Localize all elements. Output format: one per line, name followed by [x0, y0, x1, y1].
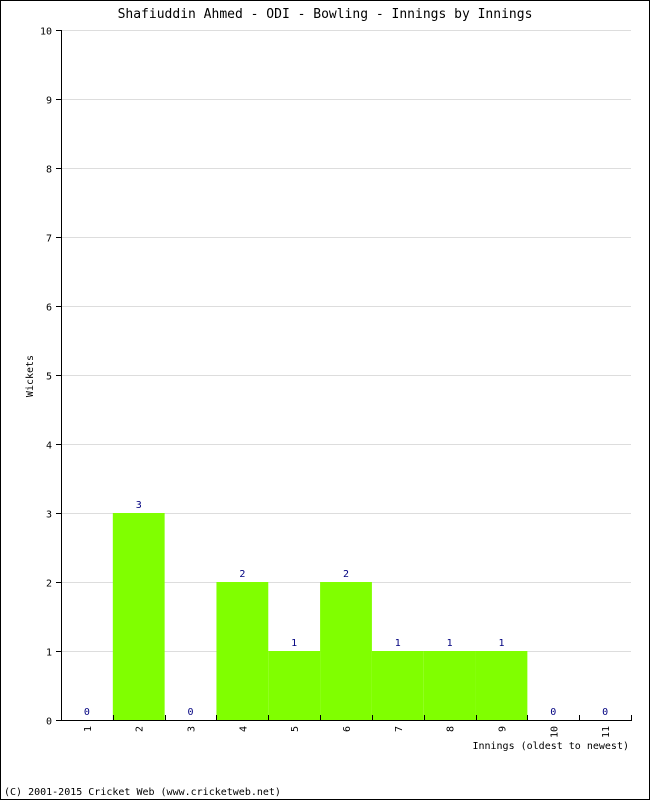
bar: [423, 651, 476, 720]
data-label: 1: [498, 638, 504, 649]
data-label: 2: [343, 569, 349, 580]
x-tick-label: 2: [135, 726, 146, 732]
y-tick-labels: 0 1 2 3 4 5 6 7 8 9 10: [40, 27, 52, 728]
y-tick-label: 9: [46, 96, 52, 107]
data-label: 0: [602, 707, 608, 718]
y-tick-label: 10: [40, 27, 52, 38]
x-tick-label: 1: [83, 726, 94, 732]
data-label: 1: [395, 638, 401, 649]
y-tick-label: 2: [46, 579, 52, 590]
x-axis-label: Innings (oldest to newest): [472, 741, 629, 752]
x-tick-label: 5: [290, 726, 301, 732]
chart-title: Shafiuddin Ahmed - ODI - Bowling - Innin…: [118, 7, 533, 22]
bar: [475, 651, 528, 720]
bar: [371, 651, 424, 720]
y-tick-label: 3: [46, 510, 52, 521]
bar-chart: Shafiuddin Ahmed - ODI - Bowling - Innin…: [4, 7, 632, 798]
x-tick-label: 11: [601, 726, 612, 738]
data-label: 1: [291, 638, 297, 649]
x-tick-label: 8: [446, 726, 457, 732]
x-tick-label: 6: [342, 726, 353, 732]
x-tick-labels: 1 2 3 4 5 6 7 8 9 10 11: [83, 726, 612, 738]
y-tick-label: 1: [46, 648, 52, 659]
bar: [216, 582, 269, 720]
x-tick-label: 10: [549, 726, 560, 738]
y-axis-label: Wickets: [25, 355, 36, 397]
y-tick-label: 6: [46, 303, 52, 314]
bar: [268, 651, 321, 720]
data-label: 0: [550, 707, 556, 718]
y-tick-label: 0: [46, 717, 52, 728]
y-tick-label: 4: [46, 441, 52, 452]
y-tick-label: 7: [46, 234, 52, 245]
data-label: 0: [84, 707, 90, 718]
bar: [112, 513, 165, 720]
data-label: 1: [447, 638, 453, 649]
data-label: 2: [239, 569, 245, 580]
x-tick-label: 4: [238, 726, 249, 732]
y-tick-label: 8: [46, 165, 52, 176]
data-label: 3: [136, 500, 142, 511]
x-tick-label: 7: [394, 726, 405, 732]
bars: [112, 513, 528, 720]
x-tick-label: 9: [497, 726, 508, 732]
y-tick-label: 5: [46, 372, 52, 383]
data-label: 0: [188, 707, 194, 718]
bar: [320, 582, 372, 720]
copyright-footer: (C) 2001-2015 Cricket Web (www.cricketwe…: [4, 787, 281, 798]
x-tick-label: 3: [187, 726, 198, 732]
